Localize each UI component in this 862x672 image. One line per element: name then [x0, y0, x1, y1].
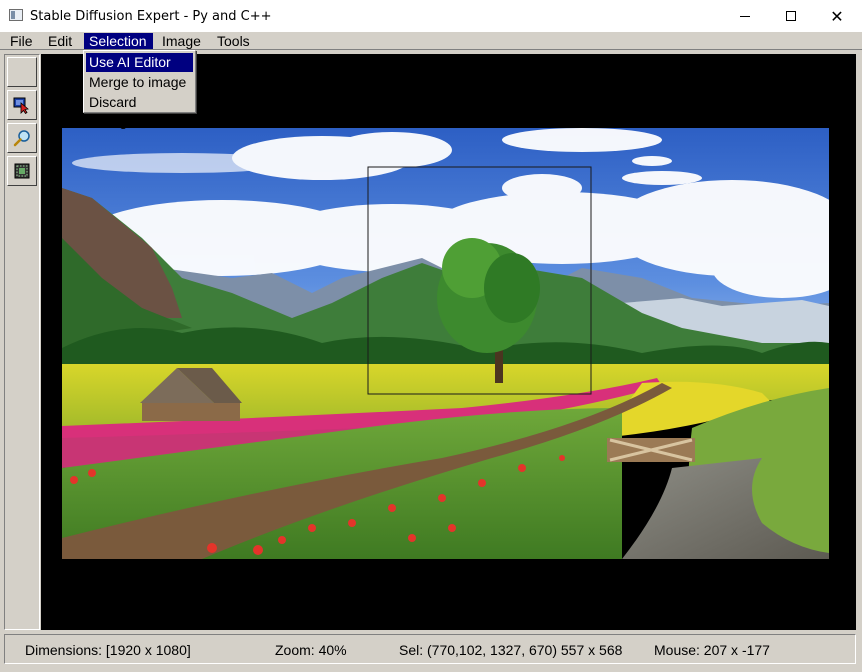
status-dimensions: Dimensions: [1920 x 1080] [25, 642, 191, 658]
window-title: Stable Diffusion Expert - Py and C++ [30, 9, 272, 24]
status-mouse: Mouse: 207 x -177 [654, 642, 770, 658]
tool-palette [4, 54, 40, 630]
menu-tools[interactable]: Tools [212, 33, 255, 49]
maximize-icon [786, 11, 796, 21]
image-canvas[interactable] [41, 54, 856, 630]
close-icon: ✕ [830, 6, 844, 26]
menu-selection[interactable]: Selection [84, 33, 153, 49]
menu-file[interactable]: File [5, 33, 38, 49]
menu-image[interactable]: Image [157, 33, 206, 49]
status-selection: Sel: (770,102, 1327, 670) 557 x 568 [399, 642, 623, 658]
minimize-button[interactable] [722, 0, 768, 32]
maximize-button[interactable] [768, 0, 814, 32]
menu-edit[interactable]: Edit [43, 33, 77, 49]
use-ai-editor-item[interactable]: Use AI Editor [86, 53, 193, 72]
select-tool-button[interactable] [7, 90, 37, 120]
selection-tool-button[interactable] [7, 156, 37, 186]
merge-to-image-item[interactable]: Merge to image [86, 73, 193, 92]
selection-grid-icon [14, 163, 30, 179]
app-icon [9, 9, 23, 21]
minimize-icon [740, 15, 750, 17]
menu-bar: File Edit Selection Image Tools [0, 32, 862, 50]
title-bar: Stable Diffusion Expert - Py and C++ ✕ [0, 0, 862, 32]
landscape-picture [62, 128, 829, 559]
status-zoom: Zoom: 40% [275, 642, 347, 658]
select-arrow-icon [13, 97, 29, 114]
status-bar: Dimensions: [1920 x 1080] Zoom: 40% Sel:… [4, 634, 856, 664]
selection-dropdown-menu: Use AI Editor Merge to image Discard cha… [83, 50, 196, 129]
discard-changes-item[interactable]: Discard changes [86, 93, 193, 129]
landscape-image[interactable] [62, 128, 829, 559]
close-button[interactable]: ✕ [814, 0, 860, 32]
blank-tool-button[interactable] [7, 57, 37, 87]
zoom-tool-button[interactable] [7, 123, 37, 153]
magnifier-icon [13, 130, 30, 147]
